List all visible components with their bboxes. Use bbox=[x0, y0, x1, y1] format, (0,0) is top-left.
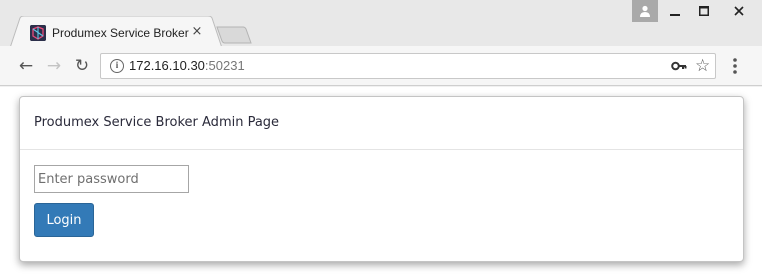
page-viewport: Produmex Service Broker Admin Page Login bbox=[0, 87, 762, 280]
info-icon[interactable]: i bbox=[110, 59, 124, 73]
bookmark-star-icon[interactable]: ☆ bbox=[695, 55, 710, 77]
forward-button[interactable]: → bbox=[44, 56, 64, 76]
user-icon bbox=[640, 5, 650, 17]
reload-button[interactable]: ↻ bbox=[72, 56, 92, 76]
key-icon[interactable] bbox=[671, 58, 687, 74]
minimize-icon bbox=[670, 14, 680, 16]
address-bar[interactable]: i 172.16.10.30:50231 ☆ bbox=[100, 53, 716, 79]
maximize-icon bbox=[699, 6, 709, 16]
url-host: 172.16.10.30 bbox=[129, 58, 205, 73]
profile-button[interactable] bbox=[632, 0, 658, 22]
admin-panel: Produmex Service Broker Admin Page Login bbox=[19, 96, 744, 262]
page-title: Produmex Service Broker Admin Page bbox=[34, 115, 280, 130]
url-text[interactable]: 172.16.10.30:50231 bbox=[129, 58, 245, 73]
url-port: :50231 bbox=[204, 58, 245, 73]
favicon-icon bbox=[30, 25, 46, 41]
browser-toolbar: ← → ↻ i 172.16.10.30:50231 ☆ bbox=[0, 46, 762, 86]
login-button[interactable]: Login bbox=[34, 203, 94, 237]
close-window-button[interactable] bbox=[718, 0, 760, 22]
maximize-button[interactable] bbox=[690, 0, 718, 22]
menu-icon[interactable] bbox=[728, 56, 742, 76]
panel-heading: Produmex Service Broker Admin Page bbox=[20, 97, 743, 150]
back-button[interactable]: ← bbox=[16, 56, 36, 76]
title-bar: Produmex Service Broker × bbox=[0, 0, 762, 48]
minimize-button[interactable] bbox=[660, 0, 690, 22]
tab-close-icon[interactable]: × bbox=[190, 24, 204, 40]
new-tab-button[interactable] bbox=[216, 26, 252, 44]
password-input[interactable] bbox=[34, 165, 189, 193]
close-icon bbox=[734, 6, 744, 16]
tab-title: Produmex Service Broker bbox=[52, 26, 189, 40]
